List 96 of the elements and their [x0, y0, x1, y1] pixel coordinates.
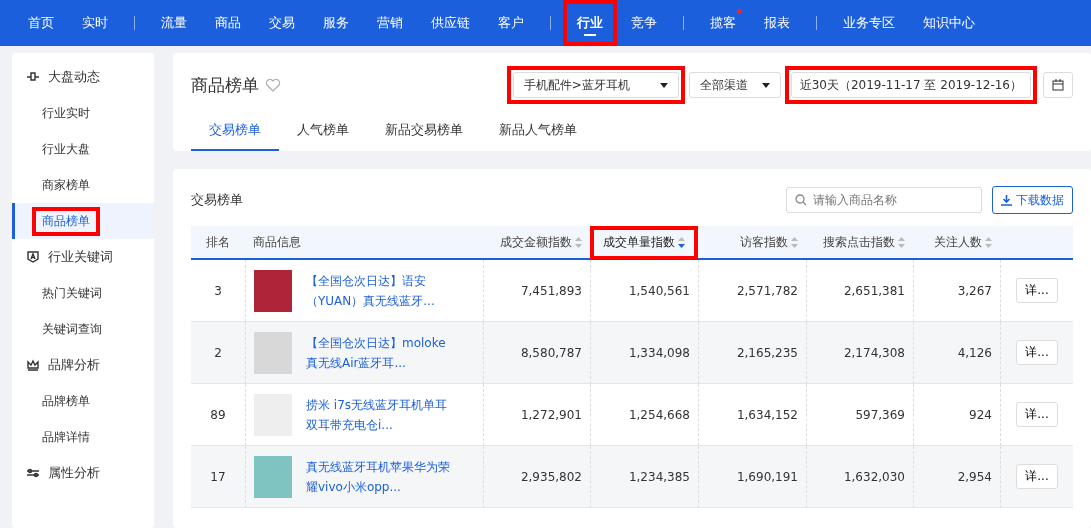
table-cell: 597,369	[806, 384, 913, 446]
section-title: 行业关键词	[48, 248, 113, 266]
calendar-icon	[1052, 79, 1064, 91]
detail-button[interactable]: 详...	[1016, 340, 1058, 365]
table-cell: 2,651,381	[806, 260, 913, 322]
table-cell: 1,632,030	[806, 446, 913, 508]
tab[interactable]: 人气榜单	[279, 113, 367, 151]
sidebar-item-label: 关键词查询	[41, 320, 103, 338]
table-cell: 3,267	[913, 260, 1000, 322]
table-cell: 2,935,802	[483, 446, 590, 508]
photo-placeholder	[254, 269, 292, 312]
nav-tab[interactable]: 营销	[363, 0, 417, 46]
nav-tab[interactable]: 业务专区	[829, 0, 909, 46]
tab[interactable]: 新品交易榜单	[367, 113, 481, 151]
sidebar-item[interactable]: 关键词查询	[12, 311, 154, 347]
nav-tab[interactable]: 流量	[147, 0, 201, 46]
table-cell: 2,571,782	[698, 260, 806, 322]
photo-placeholder	[254, 331, 292, 374]
nav-tab[interactable]: 实时	[68, 0, 122, 46]
product-link[interactable]: 捞米 i7s无线蓝牙耳机单耳双耳带充电仓i...	[306, 394, 456, 435]
table-cell: 4,126	[913, 322, 1000, 384]
column-header[interactable]: 成交单量指数	[590, 226, 698, 260]
heart-icon[interactable]	[265, 78, 281, 92]
channel-dropdown[interactable]: 全部渠道	[688, 72, 781, 98]
detail-button[interactable]: 详...	[1016, 464, 1058, 489]
category-dropdown[interactable]: 手机配件>蓝牙耳机	[512, 72, 679, 98]
sidebar-item[interactable]: 品牌详情	[12, 419, 154, 455]
table-cell: 1,334,098	[590, 322, 698, 384]
table-cell: 1,234,385	[590, 446, 698, 508]
nav-tab[interactable]: 竞争	[617, 0, 671, 46]
detail-button[interactable]: 详...	[1016, 278, 1058, 303]
active-underline	[584, 34, 596, 36]
section-title: 大盘动态	[48, 68, 100, 86]
table-cell: 2	[191, 322, 245, 384]
sidebar-item-label: 行业实时	[41, 104, 91, 122]
table-cell: 2,174,308	[806, 322, 913, 384]
section-title: 属性分析	[48, 464, 100, 482]
table-cell: 1,254,668	[590, 384, 698, 446]
table-cell: 1,634,152	[698, 384, 806, 446]
table-cell: 2,165,235	[698, 322, 806, 384]
column-header[interactable]: 访客指数	[698, 226, 806, 260]
table-cell: 1,540,561	[590, 260, 698, 322]
column-header: 排名	[191, 226, 245, 260]
product-link[interactable]: 【全国仓次日达】语安（YUAN）真无线蓝牙...	[306, 270, 456, 311]
nav-tab[interactable]: 知识中心	[909, 0, 989, 46]
nav-tab[interactable]: 客户	[484, 0, 538, 46]
column-header[interactable]: 关注人数	[913, 226, 1000, 260]
date-range-field[interactable]: 近30天（2019-11-17 至 2019-12-16）	[790, 72, 1031, 98]
sidebar-item-label: 行业大盘	[41, 140, 91, 158]
nav-tab[interactable]: 揽客	[696, 0, 750, 46]
nav-tab[interactable]: 报表	[750, 0, 804, 46]
section-title: 品牌分析	[48, 356, 100, 374]
caret-icon	[761, 82, 770, 88]
crown-icon	[26, 358, 40, 372]
nav-tab[interactable]: 供应链	[417, 0, 484, 46]
shield-icon	[26, 250, 40, 264]
table-cell: 7,451,893	[483, 260, 590, 322]
nav-tab[interactable]: 行业	[563, 0, 617, 46]
search-field[interactable]: 请输入商品名称	[786, 187, 982, 213]
column-header[interactable]: 成交金额指数	[483, 226, 590, 260]
nav-tab[interactable]: 商品	[201, 0, 255, 46]
photo-placeholder	[254, 455, 292, 498]
sidebar-item-label: 商品榜单	[32, 206, 100, 236]
calendar-button[interactable]	[1043, 72, 1073, 98]
sidebar-item-label: 品牌详情	[41, 428, 91, 446]
download-button[interactable]: 下载数据	[992, 186, 1073, 214]
sidebar-item[interactable]: 商家榜单	[12, 167, 154, 203]
tab[interactable]: 交易榜单	[191, 113, 279, 151]
table-cell: 17	[191, 446, 245, 508]
caret-icon	[659, 82, 668, 88]
sidebar-item-label: 品牌榜单	[41, 392, 91, 410]
sidebar-item[interactable]: 行业实时	[12, 95, 154, 131]
download-icon	[1001, 194, 1012, 206]
table-cell: 8,580,787	[483, 322, 590, 384]
detail-button[interactable]: 详...	[1016, 402, 1058, 427]
search-icon	[795, 194, 807, 206]
column-header: 商品信息	[245, 226, 483, 260]
card-title: 交易榜单	[191, 191, 243, 209]
sliders-icon	[26, 466, 40, 480]
nav-tab[interactable]: 首页	[14, 0, 68, 46]
table-cell: 1,690,191	[698, 446, 806, 508]
column-header[interactable]: 搜索点击指数	[806, 226, 913, 260]
sidebar-item-label: 热门关键词	[41, 284, 103, 302]
tab[interactable]: 新品人气榜单	[481, 113, 595, 151]
sidebar-item[interactable]: 品牌榜单	[12, 383, 154, 419]
nav-tab[interactable]: 交易	[255, 0, 309, 46]
sidebar-item[interactable]: 热门关键词	[12, 275, 154, 311]
nav-tab[interactable]: 服务	[309, 0, 363, 46]
table-cell: 924	[913, 384, 1000, 446]
page-title: 商品榜单	[191, 73, 259, 97]
table-cell: 2,954	[913, 446, 1000, 508]
sidebar-item[interactable]: 商品榜单	[12, 203, 154, 239]
sidebar-item-label: 商家榜单	[41, 176, 91, 194]
table-cell: 1,272,901	[483, 384, 590, 446]
sort-icon[interactable]	[678, 236, 685, 248]
sidebar-item[interactable]: 行业大盘	[12, 131, 154, 167]
